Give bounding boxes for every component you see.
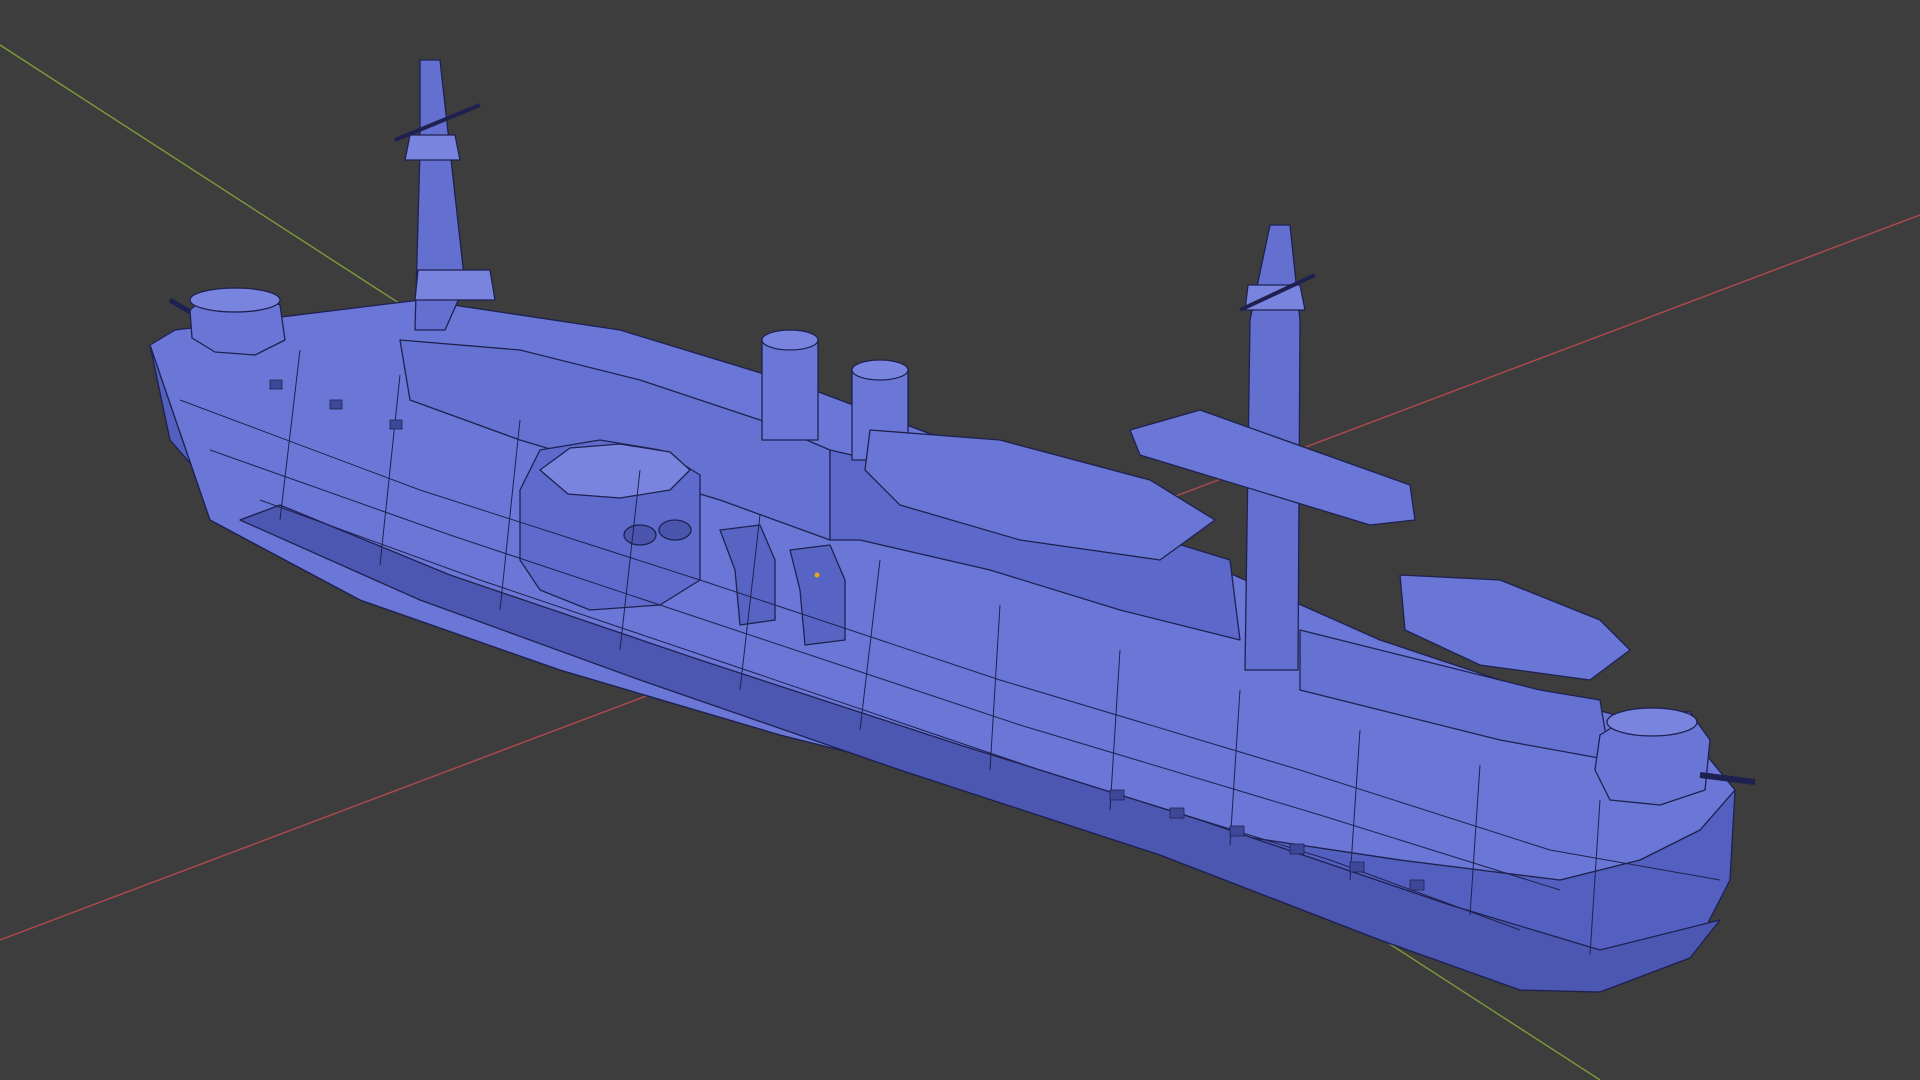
main-gun-barrel-2 <box>658 519 692 541</box>
aft-turret-top <box>1606 707 1698 737</box>
3d-viewport[interactable] <box>0 0 1920 1080</box>
main-mast-top <box>1244 284 1306 311</box>
main-gun-barrel <box>623 524 657 546</box>
fore-turret-top <box>189 287 281 313</box>
funnel-aft-top <box>851 359 909 381</box>
funnel-fore <box>761 339 819 441</box>
funnel-fore-top <box>761 329 819 351</box>
fore-mast-top <box>404 134 461 161</box>
fore-mast-platform <box>414 269 496 301</box>
origin-point <box>814 572 820 578</box>
